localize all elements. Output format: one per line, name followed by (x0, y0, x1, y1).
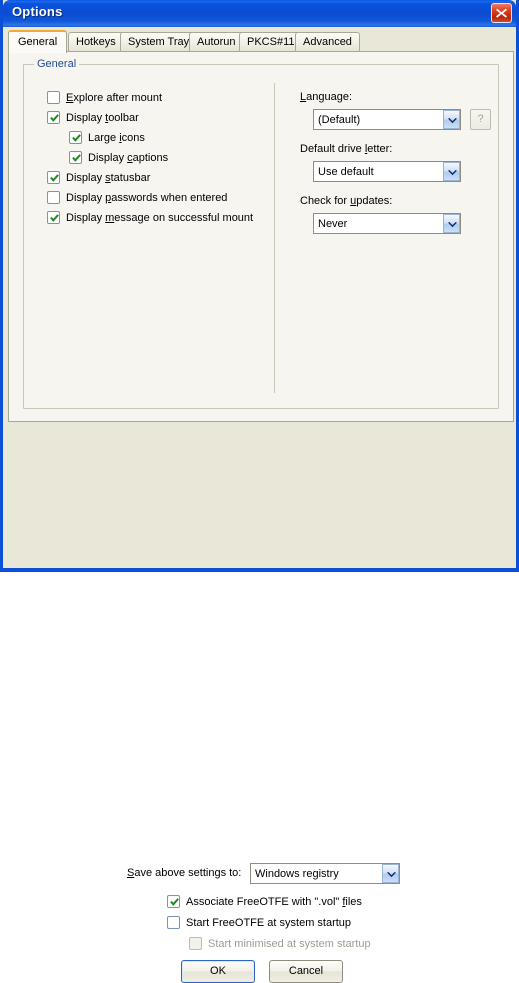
column-divider (274, 83, 275, 393)
tab-hotkeys[interactable]: Hotkeys (68, 32, 124, 51)
label-text: oolbar (108, 111, 139, 124)
checkbox-label-start-at-startup: Start FreeOTFE at system startup (186, 916, 352, 929)
chevron-down-icon[interactable] (382, 864, 399, 883)
checkbox-row-start-minimised: Start minimised at system startup (189, 937, 371, 950)
checkbox-display-passwords[interactable] (47, 191, 60, 204)
default-drive-letter-dropdown[interactable]: Use default (313, 161, 461, 182)
checkbox-label-display-statusbar: Display statusbar (66, 172, 150, 184)
label-text: tatusbar (110, 171, 151, 184)
label-text: etter: (367, 143, 393, 155)
chevron-down-icon[interactable] (443, 110, 460, 129)
label-text-pre: Display (66, 211, 106, 224)
label-text: cons (121, 131, 145, 144)
label-text-pre: Display (66, 191, 106, 204)
checkbox-start-minimised (189, 937, 202, 950)
checkbox-row-display-statusbar[interactable]: Display statusbar (47, 171, 150, 184)
checkbox-row-display-passwords[interactable]: Display passwords when entered (47, 191, 227, 204)
label-text-pre: Associate FreeOTFE with ".vol" (186, 895, 343, 908)
tab-advanced[interactable]: Advanced (295, 32, 360, 51)
chevron-down-icon[interactable] (443, 162, 460, 181)
label-text: essage on successful mount (114, 211, 254, 224)
dialog-footer: Save above settings to: Windows registry… (3, 422, 516, 983)
checkbox-large-icons[interactable] (69, 131, 82, 144)
check-for-updates-dropdown[interactable]: Never (313, 213, 461, 234)
language-dropdown[interactable]: (Default) (313, 109, 461, 130)
label-text-pre: Check for (300, 195, 351, 207)
default-drive-letter-label: Default drive letter: (300, 143, 392, 155)
label-text: iles (345, 895, 362, 908)
checkbox-explore-after-mount[interactable] (47, 91, 60, 104)
check-for-updates-label: Check for updates: (300, 195, 392, 207)
checkbox-row-display-message-mount[interactable]: Display message on successful mount (47, 211, 253, 224)
save-settings-label: Save above settings to: (127, 867, 241, 879)
tab-page-general: General Explore after mount Display tool… (8, 51, 514, 422)
tab-system-tray[interactable]: System Tray (120, 32, 198, 51)
save-settings-dropdown[interactable]: Windows registry (250, 863, 400, 884)
accel-char: m (105, 211, 115, 224)
general-groupbox: General Explore after mount Display tool… (23, 58, 499, 409)
checkbox-row-display-captions[interactable]: Display captions (69, 151, 168, 164)
label-text: aptions (132, 151, 169, 164)
checkbox-row-associate-vol[interactable]: Associate FreeOTFE with ".vol" files (167, 895, 362, 908)
checkbox-row-start-at-startup[interactable]: Start FreeOTFE at system startup (167, 916, 351, 929)
accel-char: S (127, 867, 135, 879)
tab-pkcs11[interactable]: PKCS#11 (239, 32, 303, 51)
checkbox-label-start-minimised: Start minimised at system startup (208, 937, 371, 950)
chevron-down-icon[interactable] (443, 214, 460, 233)
label-text: asswords when entered (111, 191, 228, 204)
label-text-pre: Default drive (300, 143, 365, 155)
tab-strip: General Hotkeys System Tray Autorun PKCS… (8, 30, 514, 53)
checkbox-display-toolbar[interactable] (47, 111, 60, 124)
language-value: (Default) (318, 113, 361, 126)
checkbox-start-at-startup[interactable] (167, 916, 180, 929)
options-dialog: Options General Hotkeys System Tray Auto… (0, 0, 519, 983)
label-text-pre: Display (88, 151, 128, 164)
checkbox-label-explore-after-mount: Explore after mount (66, 92, 162, 104)
title-bar: Options (3, 0, 516, 27)
checkbox-label-display-message-mount: Display message on successful mount (66, 212, 253, 224)
language-label: Language: (300, 91, 352, 103)
cancel-button[interactable]: Cancel (269, 960, 343, 983)
checkbox-display-captions[interactable] (69, 151, 82, 164)
checkbox-label-associate-vol: Associate FreeOTFE with ".vol" files (186, 896, 362, 908)
checkbox-display-statusbar[interactable] (47, 171, 60, 184)
close-button[interactable] (491, 3, 512, 23)
checkbox-display-message-mount[interactable] (47, 211, 60, 224)
save-settings-value: Windows registry (255, 867, 339, 880)
checkbox-label-display-passwords: Display passwords when entered (66, 192, 227, 204)
label-text: pdates: (356, 195, 393, 207)
checkbox-row-display-toolbar[interactable]: Display toolbar (47, 111, 139, 124)
default-drive-letter-value: Use default (318, 165, 374, 178)
general-groupbox-title: General (34, 58, 80, 70)
label-text-pre: Display (66, 171, 106, 184)
checkbox-label-display-toolbar: Display toolbar (66, 112, 139, 124)
checkbox-associate-vol[interactable] (167, 895, 180, 908)
window-title: Options (12, 4, 63, 19)
checkbox-label-display-captions: Display captions (88, 152, 168, 164)
tab-autorun[interactable]: Autorun (189, 32, 244, 51)
label-text: ave above settings to: (134, 867, 242, 879)
checkbox-row-explore-after-mount[interactable]: Explore after mount (47, 91, 162, 104)
label-text-pre: Display (66, 111, 106, 124)
tab-general[interactable]: General (8, 30, 68, 53)
label-text: xplore after mount (73, 91, 162, 104)
label-text: anguage: (306, 91, 353, 103)
checkbox-row-large-icons[interactable]: Large icons (69, 131, 145, 144)
checkbox-label-large-icons: Large icons (88, 132, 145, 144)
check-for-updates-value: Never (318, 217, 348, 230)
language-help-button[interactable]: ? (470, 109, 491, 130)
label-text-pre: Large (88, 131, 120, 144)
ok-button[interactable]: OK (181, 960, 255, 983)
